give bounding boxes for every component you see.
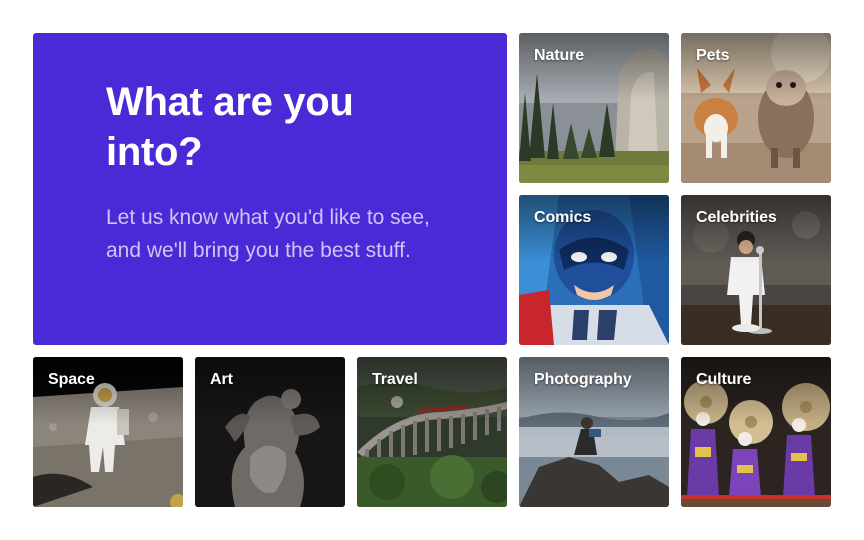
category-tile-celebrities[interactable]: Celebrities: [681, 195, 831, 345]
tile-label: Culture: [696, 371, 752, 388]
category-tile-nature[interactable]: Nature: [519, 33, 669, 183]
tile-label: Nature: [534, 47, 585, 64]
category-tile-photography[interactable]: Photography: [519, 357, 669, 507]
hero-title: What are you into?: [106, 80, 354, 174]
category-tile-travel[interactable]: Travel: [357, 357, 507, 507]
tile-label: Celebrities: [696, 209, 777, 226]
hero-subtitle: Let us know what you'd like to see, and …: [106, 206, 430, 262]
tile-label: Pets: [696, 47, 730, 64]
tile-label: Comics: [534, 209, 592, 226]
hero-panel: What are you into? Let us know what you'…: [33, 33, 507, 345]
category-tile-comics[interactable]: Comics: [519, 195, 669, 345]
tile-label: Space: [48, 371, 95, 388]
tile-label: Travel: [372, 371, 418, 388]
tile-label: Art: [210, 371, 233, 388]
tile-label: Photography: [534, 371, 632, 388]
category-tile-space[interactable]: Space: [33, 357, 183, 507]
category-tile-pets[interactable]: Pets: [681, 33, 831, 183]
category-tile-culture[interactable]: Culture: [681, 357, 831, 507]
category-tile-art[interactable]: Art: [195, 357, 345, 507]
